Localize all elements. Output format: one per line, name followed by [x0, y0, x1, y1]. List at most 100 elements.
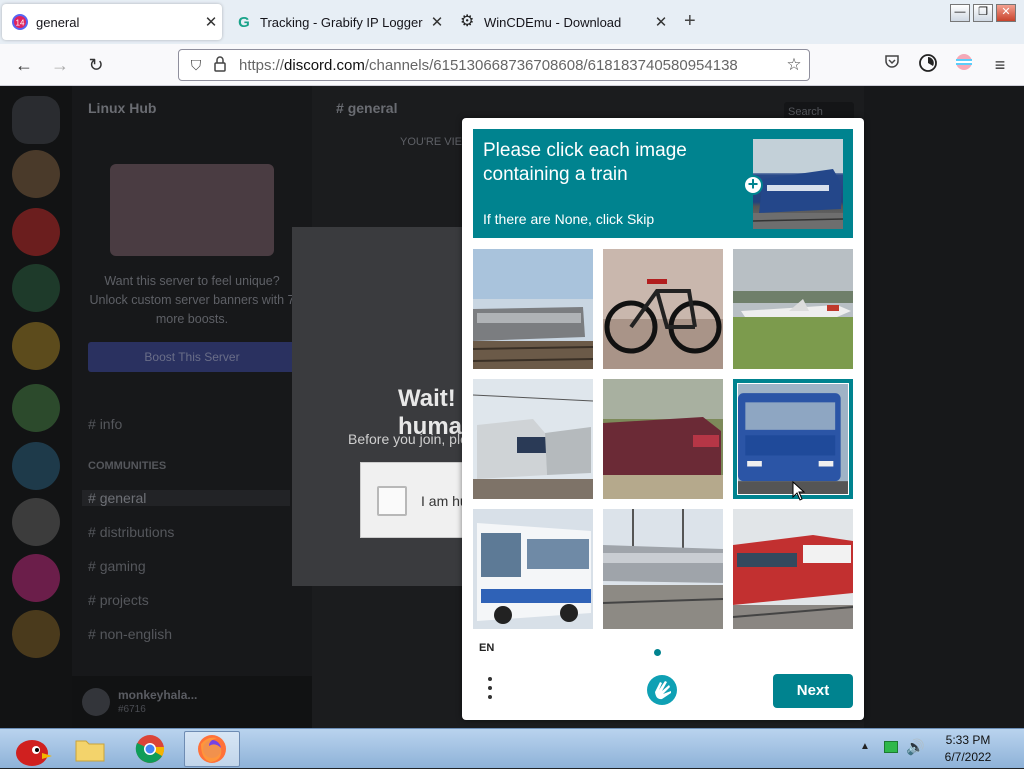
- new-tab-button[interactable]: +: [684, 10, 696, 33]
- captcha-tile-train[interactable]: [473, 249, 593, 369]
- angry-birds-icon[interactable]: [2, 731, 60, 767]
- address-bar[interactable]: ⛉ https://discord.com/channels/615130668…: [178, 49, 810, 81]
- bicycle-image: [603, 249, 723, 369]
- tab-grabify[interactable]: G Tracking - Grabify IP Logger & URL Sho…: [226, 4, 448, 40]
- category-label[interactable]: COMMUNITIES: [88, 460, 166, 472]
- train-image: [473, 249, 593, 369]
- server-icon[interactable]: [12, 610, 60, 658]
- tab-badge: 14: [16, 19, 25, 28]
- channel-header: # general: [336, 100, 398, 116]
- system-clock[interactable]: 5:33 PM 6/7/2022: [932, 732, 1004, 766]
- captcha-prompt: Please click each image containing a tra…: [473, 129, 853, 238]
- windows-taskbar: ▲ 🔊 5:33 PM 6/7/2022: [0, 728, 1024, 768]
- channel-gaming[interactable]: # gaming: [88, 558, 146, 574]
- captcha-prompt-subtext: If there are None, click Skip: [483, 211, 655, 227]
- airplane-image: [733, 249, 853, 369]
- server-icon[interactable]: [12, 554, 60, 602]
- server-icon[interactable]: [12, 498, 60, 546]
- next-button[interactable]: Next: [773, 674, 853, 708]
- captcha-tile-bus[interactable]: [473, 509, 593, 629]
- server-list: [0, 86, 72, 728]
- train-image: [603, 379, 723, 499]
- extension-icon[interactable]: [952, 53, 976, 77]
- bus-image: [473, 509, 593, 629]
- boost-text: Want this server to feel unique? Unlock …: [89, 274, 295, 326]
- svg-text:G: G: [238, 14, 250, 30]
- discord-home-icon[interactable]: [12, 96, 60, 144]
- captcha-prompt-text: Please click each image containing a tra…: [483, 140, 687, 185]
- chrome-icon[interactable]: [122, 731, 178, 767]
- boost-button[interactable]: Boost This Server: [88, 342, 296, 372]
- tab-title: Tracking - Grabify IP Logger & URL Short…: [260, 14, 426, 30]
- account-icon[interactable]: [916, 53, 940, 77]
- boost-banner-image: [110, 164, 274, 256]
- url-text[interactable]: https://discord.com/channels/61513066873…: [239, 57, 738, 74]
- channel-sidebar: Linux Hub Want this server to feel uniqu…: [72, 86, 312, 728]
- captcha-tile-train[interactable]: [603, 509, 723, 629]
- close-tab-icon[interactable]: ✕: [426, 13, 448, 31]
- channel-info[interactable]: # info: [88, 416, 122, 432]
- channel-distributions[interactable]: # distributions: [88, 524, 174, 540]
- server-icon[interactable]: [12, 384, 60, 432]
- captcha-tile-train[interactable]: [603, 379, 723, 499]
- lock-icon[interactable]: [211, 56, 229, 74]
- volume-icon[interactable]: 🔊: [906, 738, 925, 756]
- captcha-tile-airplane[interactable]: [733, 249, 853, 369]
- back-button[interactable]: ←: [12, 53, 36, 77]
- avatar[interactable]: [82, 688, 110, 716]
- channel-general[interactable]: # general: [82, 490, 290, 506]
- discord-notification-icon: 14: [12, 14, 28, 30]
- grabify-icon: G: [238, 14, 250, 30]
- shield-icon[interactable]: ⛉: [187, 56, 205, 74]
- member-entries: [864, 146, 1024, 646]
- language-selector[interactable]: EN: [479, 642, 494, 654]
- tab-title: general: [36, 14, 80, 30]
- hcaptcha-logo-icon[interactable]: [646, 674, 678, 706]
- human-checkbox[interactable]: [377, 486, 407, 516]
- navigation-bar: ← → ↻ ⛉ https://discord.com/channels/615…: [0, 44, 1024, 86]
- menu-icon[interactable]: ≡: [988, 53, 1012, 77]
- pocket-icon[interactable]: [880, 53, 904, 77]
- expand-example-icon[interactable]: +: [743, 175, 763, 195]
- tab-title: WinCDEmu - Download: [484, 14, 622, 30]
- captcha-tile-train[interactable]: [473, 379, 593, 499]
- captcha-tile-bicycle[interactable]: [603, 249, 723, 369]
- close-tab-icon[interactable]: ✕: [650, 13, 672, 31]
- mouse-cursor-icon: [792, 481, 806, 501]
- server-icon[interactable]: [12, 150, 60, 198]
- train-image: [473, 379, 593, 499]
- example-train-image[interactable]: [752, 139, 844, 229]
- browser-tab-bar: 14 general ✕ G Tracking - Grabify IP Log…: [0, 0, 1024, 44]
- user-name: monkeyhala...: [118, 688, 198, 702]
- clock-time: 5:33 PM: [945, 733, 991, 747]
- more-options-icon[interactable]: [486, 677, 494, 703]
- clock-date: 6/7/2022: [944, 750, 992, 764]
- tab-wincdemu[interactable]: ⚙ WinCDEmu - Download ✕: [450, 4, 672, 40]
- captcha-challenge: Please click each image containing a tra…: [462, 118, 864, 720]
- show-hidden-icons-icon[interactable]: ▲: [860, 741, 870, 752]
- network-icon[interactable]: [884, 741, 898, 753]
- user-tag: #6716: [118, 704, 146, 715]
- channel-projects[interactable]: # projects: [88, 592, 149, 608]
- folder-icon[interactable]: [62, 731, 118, 767]
- forward-button[interactable]: →: [48, 53, 72, 77]
- train-image: [603, 509, 723, 629]
- server-icon[interactable]: [12, 208, 60, 256]
- close-window-button[interactable]: ✕: [996, 4, 1016, 22]
- reload-button[interactable]: ↻: [84, 53, 108, 77]
- restore-button[interactable]: ❐: [973, 4, 993, 22]
- gear-icon: ⚙: [460, 13, 475, 30]
- server-icon[interactable]: [12, 322, 60, 370]
- close-tab-icon[interactable]: ✕: [200, 13, 222, 31]
- tab-general[interactable]: 14 general ✕: [2, 4, 222, 40]
- firefox-icon[interactable]: [184, 731, 240, 767]
- minimize-button[interactable]: —: [950, 4, 970, 22]
- bookmark-star-icon[interactable]: ☆: [785, 56, 803, 74]
- member-list: Search: [784, 86, 1024, 728]
- server-name[interactable]: Linux Hub: [88, 100, 156, 116]
- server-icon[interactable]: [12, 264, 60, 312]
- bus-image: [738, 384, 848, 494]
- server-icon[interactable]: [12, 442, 60, 490]
- captcha-tile-train[interactable]: [733, 509, 853, 629]
- channel-non-english[interactable]: # non-english: [88, 626, 172, 642]
